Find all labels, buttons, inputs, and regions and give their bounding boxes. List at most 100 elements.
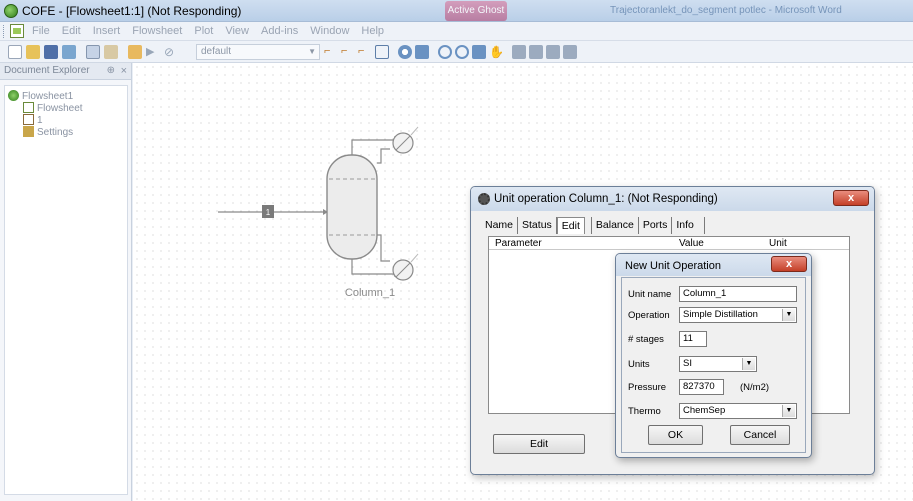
ok-button[interactable]: OK <box>648 425 703 445</box>
zoom-fit-icon[interactable] <box>472 45 486 59</box>
pan-hand-icon[interactable]: ✋ <box>489 45 504 59</box>
unit-box-icon[interactable] <box>375 45 389 59</box>
toolbar: ▶ ⊘ default ▼ ⌐ ⌐ ⌐ ✋ <box>0 41 913 63</box>
new-file-icon[interactable] <box>8 45 22 59</box>
parameter-grid-header: Parameter Value Unit <box>489 237 849 250</box>
thermo-select[interactable]: ChemSep ▼ <box>679 403 797 419</box>
zoom-out-icon[interactable] <box>455 45 469 59</box>
pressure-field[interactable]: 827370 <box>679 379 724 395</box>
column-header-parameter: Parameter <box>495 238 542 249</box>
menu-plot[interactable]: Plot <box>194 25 213 37</box>
stream-split-icon[interactable]: ⌐ <box>341 45 355 59</box>
menu-file[interactable]: File <box>32 25 50 37</box>
close-icon[interactable]: × <box>121 63 127 79</box>
tree-item-unit-1[interactable]: 1 <box>23 114 43 126</box>
print-preview-icon[interactable] <box>529 45 543 59</box>
new-unit-operation-dialog: New Unit Operation x Unit name Column_1 … <box>615 253 812 458</box>
cofe-app-icon <box>4 4 18 18</box>
open-folder-icon[interactable] <box>26 45 40 59</box>
download-icon[interactable] <box>128 45 142 59</box>
tree-item-flowsheet[interactable]: Flowsheet <box>23 102 83 114</box>
new-unit-dialog-title: New Unit Operation <box>625 260 721 272</box>
print-setup-icon[interactable] <box>546 45 560 59</box>
new-unit-dialog-close-button[interactable]: x <box>771 256 807 272</box>
column-header-value: Value <box>679 238 704 249</box>
unit-operation-icon <box>23 114 34 125</box>
save-icon[interactable] <box>44 45 58 59</box>
tab-status[interactable]: Status <box>518 217 557 234</box>
stream-label: 1 <box>266 208 271 217</box>
units-label: Units <box>628 359 650 370</box>
operation-label: Operation <box>628 310 670 321</box>
grid-icon[interactable] <box>415 45 429 59</box>
tab-edit[interactable]: Edit <box>556 217 585 234</box>
gear-icon <box>478 193 490 205</box>
tab-balance[interactable]: Balance <box>590 217 639 234</box>
document-explorer-panel: Document Explorer ⊕ × Flowsheet1 Flowshe… <box>0 63 132 501</box>
distillation-column[interactable] <box>326 154 378 260</box>
pressure-unit: (N/m2) <box>740 382 770 393</box>
pressure-label: Pressure <box>628 382 667 393</box>
ghost-window-title: Trajectoranlekt_do_segment potlec - Micr… <box>610 5 842 16</box>
properties-icon[interactable] <box>62 45 76 59</box>
explorer-header: Document Explorer ⊕ × <box>0 63 131 80</box>
explorer-title: Document Explorer <box>4 65 90 76</box>
paste-icon[interactable] <box>104 45 118 59</box>
units-value: SI <box>683 358 692 369</box>
condenser-outlet <box>410 126 419 136</box>
cancel-button[interactable]: Cancel <box>730 425 790 445</box>
overhead-line <box>351 136 396 155</box>
menu-view[interactable]: View <box>225 25 249 37</box>
zoom-in-icon[interactable] <box>438 45 452 59</box>
units-select[interactable]: SI ▼ <box>679 356 757 372</box>
title-bar: COFE - [Flowsheet1:1] (Not Responding) A… <box>0 0 913 22</box>
flowsheet-icon <box>23 102 34 113</box>
stages-label: # stages <box>628 334 664 345</box>
menu-help[interactable]: Help <box>361 25 384 37</box>
new-unit-dialog-titlebar[interactable]: New Unit Operation x <box>616 254 811 276</box>
tree-item-settings[interactable]: Settings <box>23 126 73 138</box>
copy-icon[interactable] <box>86 45 100 59</box>
eraser-icon[interactable]: ⊘ <box>164 45 178 59</box>
boilup-line <box>377 234 390 262</box>
tab-info[interactable]: Info <box>672 217 705 234</box>
operation-select[interactable]: Simple Distillation ▼ <box>679 307 797 323</box>
page-setup-icon[interactable] <box>563 45 577 59</box>
unit-name-field[interactable]: Column_1 <box>679 286 797 302</box>
chevron-down-icon: ▼ <box>742 358 755 370</box>
flowsheet-root-icon <box>8 90 19 101</box>
chevron-down-icon: ▼ <box>782 405 795 417</box>
menu-add-ins[interactable]: Add-ins <box>261 25 298 37</box>
ghost-taskbar-tab: Active Ghost <box>445 1 507 21</box>
tab-name[interactable]: Name <box>481 217 519 234</box>
run-icon[interactable]: ▶ <box>146 45 160 59</box>
stages-field[interactable]: 11 <box>679 331 707 347</box>
explorer-tree: Flowsheet1 Flowsheet 1 Settings <box>4 85 128 495</box>
chevron-down-icon: ▼ <box>782 309 795 321</box>
stream-join-icon[interactable]: ⌐ <box>358 45 372 59</box>
settings-icon <box>23 126 34 137</box>
pin-icon[interactable]: ⊕ <box>107 63 115 79</box>
menu-window[interactable]: Window <box>310 25 349 37</box>
menu-edit[interactable]: Edit <box>62 25 81 37</box>
reflux-line <box>377 148 390 164</box>
target-icon[interactable] <box>398 45 412 59</box>
print-icon[interactable] <box>512 45 526 59</box>
stream-icon[interactable]: ⌐ <box>324 45 338 59</box>
new-unit-form: Unit name Column_1 Operation Simple Dist… <box>621 277 806 453</box>
menu-bar: File Edit Insert Flowsheet Plot View Add… <box>0 22 913 41</box>
unit-dialog-titlebar[interactable]: Unit operation Column_1: (Not Responding… <box>471 187 874 211</box>
menu-insert[interactable]: Insert <box>93 25 121 37</box>
unit-label: Column_1 <box>345 287 395 299</box>
solver-combo[interactable]: default ▼ <box>196 44 320 60</box>
menu-flowsheet[interactable]: Flowsheet <box>132 25 182 37</box>
chevron-down-icon: ▼ <box>308 47 316 56</box>
unit-dialog-close-button[interactable]: x <box>833 190 869 206</box>
edit-button[interactable]: Edit <box>493 434 585 454</box>
tree-item-flowsheet1[interactable]: Flowsheet1 <box>8 90 73 102</box>
thermo-label: Thermo <box>628 406 661 417</box>
tab-ports[interactable]: Ports <box>639 217 673 234</box>
menubar-grip <box>3 25 6 38</box>
thermo-value: ChemSep <box>683 405 726 416</box>
unit-name-label: Unit name <box>628 289 672 300</box>
